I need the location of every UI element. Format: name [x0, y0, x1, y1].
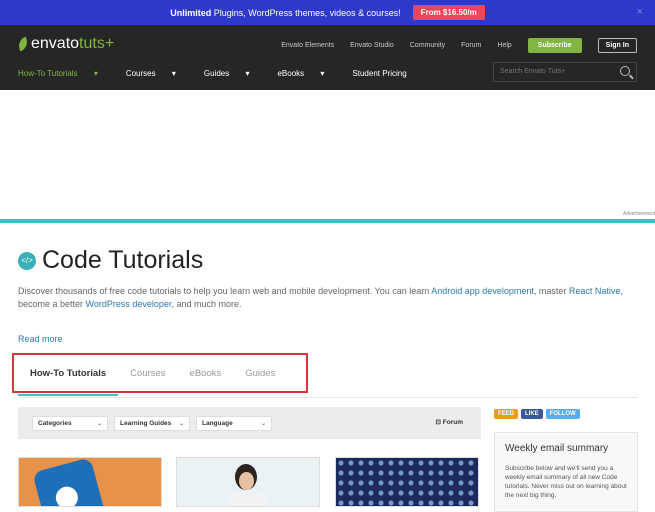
select-label: Categories	[38, 419, 72, 427]
weekly-email-box: Weekly email summary Subscribe below and…	[494, 432, 638, 512]
follow-button[interactable]: FOLLOW	[545, 409, 580, 419]
feed-button[interactable]: FEED	[494, 409, 519, 419]
pattern-image	[336, 458, 478, 506]
envato-tuts-logo[interactable]: envato tuts+	[16, 35, 115, 53]
nav-label: How-To Tutorials	[18, 69, 78, 78]
code-icon: </>	[18, 251, 36, 270]
weekly-text: Subscribe below and we'll send you a wee…	[505, 465, 627, 499]
link-envato-elements[interactable]: Envato Elements	[281, 42, 334, 49]
nav-label: Courses	[125, 69, 156, 78]
learning-guides-select[interactable]: Learning Guides ⌄	[114, 415, 190, 431]
main-nav: How-To Tutorials ▾ Courses ▾ Guides ▾ eB…	[18, 69, 421, 78]
tab-courses[interactable]: Courses	[130, 368, 165, 379]
tabs-divider	[18, 397, 638, 398]
close-icon[interactable]: ×	[637, 6, 643, 18]
sign-in-button[interactable]: Sign In	[597, 38, 637, 53]
chevron-down-icon: ▾	[171, 69, 176, 78]
chevron-down-icon: ▾	[320, 69, 325, 78]
chevron-down-icon: ▾	[93, 69, 98, 78]
weekly-title: Weekly email summary	[505, 443, 609, 454]
page-heading: Code Tutorials	[42, 246, 204, 274]
select-label: Language	[202, 419, 233, 427]
desc-text: , master	[533, 286, 569, 296]
nav-how-to-tutorials[interactable]: How-To Tutorials ▾	[18, 69, 112, 78]
language-select[interactable]: Language ⌄	[196, 415, 272, 431]
forum-icon: ⊡	[435, 419, 441, 426]
top-links: Envato Elements Envato Studio Community …	[265, 38, 637, 53]
search-icon[interactable]	[620, 66, 630, 76]
chevron-down-icon: ⌄	[96, 420, 102, 427]
logo-text: envato	[31, 35, 80, 52]
read-more-link[interactable]: Read more	[18, 334, 63, 344]
subscribe-button[interactable]: Subscribe	[527, 38, 582, 53]
leaf-icon	[16, 36, 30, 52]
like-button[interactable]: LIKE	[521, 409, 543, 419]
active-tab-indicator	[18, 394, 118, 396]
nav-guides[interactable]: Guides ▾	[204, 69, 264, 78]
nav-student-pricing[interactable]: Student Pricing	[352, 69, 406, 78]
categories-select[interactable]: Categories ⌄	[32, 415, 108, 431]
chevron-down-icon: ▾	[245, 69, 250, 78]
nav-courses[interactable]: Courses ▾	[126, 69, 190, 78]
site-header: envato tuts+ Envato Elements Envato Studi…	[0, 25, 655, 90]
nav-label: eBooks	[277, 69, 305, 78]
link-forum[interactable]: Forum	[461, 42, 481, 49]
chevron-down-icon: ⌄	[260, 420, 266, 427]
ad-divider	[0, 219, 655, 223]
forum-link[interactable]: ⊡ Forum	[436, 418, 464, 426]
social-buttons: FEED LIKE FOLLOW	[494, 409, 583, 419]
link-android-app-development[interactable]: Android app development	[431, 286, 534, 296]
link-react-native[interactable]: React Native	[569, 286, 621, 296]
tab-how-to-tutorials[interactable]: How-To Tutorials	[30, 368, 106, 379]
face-image	[239, 472, 254, 490]
content-tabs: How-To Tutorials Courses eBooks Guides	[12, 353, 308, 393]
desc-text: , and much more.	[171, 299, 242, 309]
desc-text: Discover thousands of free code tutorial…	[18, 286, 432, 296]
link-help[interactable]: Help	[497, 42, 511, 49]
page-description: Discover thousands of free code tutorial…	[18, 285, 643, 311]
chevron-down-icon: ⌄	[178, 420, 184, 427]
tab-ebooks[interactable]: eBooks	[190, 368, 222, 379]
link-wordpress-developer[interactable]: WordPress developer	[86, 299, 172, 309]
page-title: </> Code Tutorials	[18, 246, 203, 275]
select-label: Learning Guides	[120, 419, 172, 427]
link-envato-studio[interactable]: Envato Studio	[350, 42, 394, 49]
search-placeholder: Search Envato Tuts+	[500, 68, 566, 75]
link-community[interactable]: Community	[410, 42, 445, 49]
promo-text: Unlimited Plugins, WordPress themes, vid…	[170, 7, 401, 18]
promo-button[interactable]: From $16.50/m	[412, 5, 485, 20]
tab-guides[interactable]: Guides	[245, 368, 275, 379]
logo-tuts: tuts+	[79, 35, 115, 52]
nav-label: Guides	[203, 69, 230, 78]
advertisement-label: Advertisement	[623, 211, 655, 217]
filter-bar: Categories ⌄ Learning Guides ⌄ Language ⌄ ⊡…	[18, 407, 481, 439]
promo-banner: Unlimited Plugins, WordPress themes, vid…	[0, 0, 655, 25]
nav-ebooks[interactable]: eBooks ▾	[277, 69, 338, 78]
search-input[interactable]: Search Envato Tuts+	[493, 62, 637, 82]
forum-label: Forum	[442, 419, 463, 426]
